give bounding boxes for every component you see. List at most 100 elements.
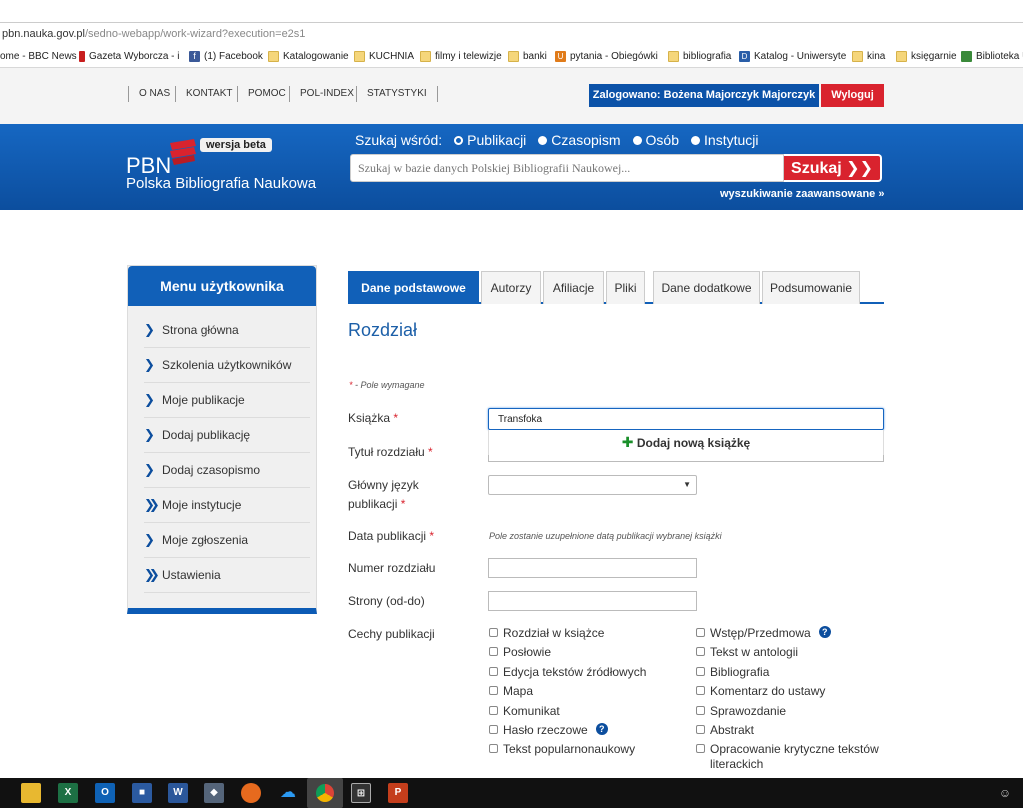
bookmark-bbc-news[interactable]: ome - BBC News xyxy=(0,51,77,62)
checkbox-sprawozdanie[interactable]: Sprawozdanie xyxy=(696,704,786,719)
checkbox-rozdzial-w-ksiazce[interactable]: Rozdział w książce xyxy=(489,626,604,641)
word-icon[interactable]: W xyxy=(168,783,188,803)
folder-icon xyxy=(508,51,519,62)
sidebar-item-moje-zgloszenia[interactable]: ❯ Moje zgłoszenia xyxy=(144,523,310,558)
radio-czasopism[interactable]: Czasopism xyxy=(538,132,621,148)
pages-label: Strony (od-do) xyxy=(348,594,425,608)
sidebar-item-dodaj-publikacje[interactable]: ❯ Dodaj publikację xyxy=(144,418,310,453)
tab-afiliacje[interactable]: Afiliacje xyxy=(543,271,604,304)
checkbox-mapa[interactable]: Mapa xyxy=(489,684,533,699)
nav-pol-index[interactable]: POL-INDEX xyxy=(289,86,354,102)
radio-osob[interactable]: Osób xyxy=(632,132,679,148)
address-bar[interactable]: pbn.nauka.gov.pl/sedno-webapp/work-wizar… xyxy=(0,22,1023,46)
pages-input[interactable] xyxy=(488,591,697,611)
tab-dane-podstawowe[interactable]: Dane podstawowe xyxy=(348,271,479,304)
checkbox-icon xyxy=(696,706,705,715)
checkbox-komunikat[interactable]: Komunikat xyxy=(489,704,560,719)
bookmark-biblioteka[interactable]: Biblioteka Ur xyxy=(961,51,1023,62)
language-label: Główny język publikacji * xyxy=(348,478,419,511)
checkbox-icon xyxy=(489,686,498,695)
radio-selected-icon xyxy=(454,135,464,145)
checkbox-komentarz-do-ustawy[interactable]: Komentarz do ustawy xyxy=(696,684,825,699)
checkbox-tekst-w-antologii[interactable]: Tekst w antologii xyxy=(696,645,798,660)
radio-publikacji[interactable]: Publikacji xyxy=(454,132,526,148)
nav-pomoc[interactable]: POMOC xyxy=(237,86,286,102)
tab-autorzy[interactable]: Autorzy xyxy=(481,271,541,304)
chevron-right-icon: ❯ xyxy=(144,462,155,477)
powerpoint-icon[interactable]: P xyxy=(388,783,408,803)
help-icon[interactable]: ? xyxy=(818,626,831,638)
language-select[interactable]: ▼ xyxy=(488,475,697,495)
checkbox-abstrakt[interactable]: Abstrakt xyxy=(696,723,754,738)
sidebar-item-moje-publikacje[interactable]: ❯ Moje publikacje xyxy=(144,383,310,418)
bookmark-banki[interactable]: banki xyxy=(508,51,547,62)
tab-pliki[interactable]: Pliki xyxy=(606,271,645,304)
bookmark-kina[interactable]: kina xyxy=(852,51,885,62)
checkbox-icon xyxy=(489,628,498,637)
radio-instytucji[interactable]: Instytucji xyxy=(691,132,758,148)
checkbox-icon xyxy=(696,686,705,695)
onedrive-icon[interactable]: ☁ xyxy=(278,783,298,803)
excel-icon[interactable]: X xyxy=(58,783,78,803)
search-box xyxy=(350,154,784,182)
checkbox-opracowanie-krytyczne[interactable]: Opracowanie krytyczne tekstów literackic… xyxy=(696,742,886,772)
checkbox-bibliografia[interactable]: Bibliografia xyxy=(696,665,769,680)
date-note: Pole zostanie uzupełnione datą publikacj… xyxy=(489,531,722,541)
chapter-number-input[interactable] xyxy=(488,558,697,578)
sidebar-item-ustawienia[interactable]: ❯❯ Ustawienia xyxy=(144,558,310,593)
bookmark-pytania[interactable]: Upytania - Obiegówki xyxy=(555,51,658,62)
bookmark-kuchnia[interactable]: KUCHNIA xyxy=(354,51,414,62)
page-title: Rozdział xyxy=(348,320,418,340)
features-label: Cechy publikacji xyxy=(348,627,435,641)
bookmark-filmy[interactable]: filmy i telewizje xyxy=(420,51,502,62)
advanced-search-link[interactable]: wyszukiwanie zaawansowane » xyxy=(720,188,884,200)
windows-taskbar: X O ■ W ◆ ☁ ⊞ P ☺ xyxy=(0,778,1023,808)
calculator-icon[interactable]: ⊞ xyxy=(351,783,371,803)
network-icon[interactable]: ◆ xyxy=(204,783,224,803)
nav-statystyki[interactable]: STATYSTYKI xyxy=(356,86,438,102)
checkbox-icon xyxy=(489,647,498,656)
folder-icon xyxy=(896,51,907,62)
bookmark-bibliografia[interactable]: bibliografia xyxy=(668,51,731,62)
sidebar-item-szkolenia[interactable]: ❯ Szkolenia użytkowników xyxy=(144,348,310,383)
chevron-right-icon: ❯ xyxy=(144,322,155,337)
bookmark-ksiegarnie[interactable]: księgarnie xyxy=(896,51,957,62)
tab-podsumowanie[interactable]: Podsumowanie xyxy=(762,271,860,304)
bookmarks-bar: ome - BBC News Gazeta Wyborcza - i f (1) … xyxy=(0,46,1023,68)
logout-button[interactable]: Wyloguj xyxy=(821,84,884,107)
checkbox-edycja-tekstow[interactable]: Edycja tekstów źródłowych xyxy=(489,665,646,680)
checkbox-icon xyxy=(489,706,498,715)
search-input[interactable] xyxy=(351,155,783,181)
bookmark-katalogowanie[interactable]: Katalogowanie xyxy=(268,51,349,62)
checkbox-haslo-rzeczowe[interactable]: Hasło rzeczowe? xyxy=(489,723,608,738)
chapter-title-input[interactable] xyxy=(488,455,884,462)
book-input[interactable] xyxy=(489,409,883,429)
sidebar-item-moje-instytucje[interactable]: ❯❯ Moje instytucje xyxy=(144,488,310,523)
book-field xyxy=(488,408,884,430)
tab-dane-dodatkowe[interactable]: Dane dodatkowe xyxy=(653,271,760,304)
save-icon[interactable]: ■ xyxy=(132,783,152,803)
d-icon: D xyxy=(739,51,750,62)
sidebar-item-dodaj-czasopismo[interactable]: ❯ Dodaj czasopismo xyxy=(144,453,310,488)
pbn-logo[interactable]: wersja beta PBN Polska Bibliografia Nauk… xyxy=(126,133,326,203)
nav-kontakt[interactable]: KONTAKT xyxy=(175,86,232,102)
logged-in-user[interactable]: Zalogowano: Bożena Majorczyk Majorczyk xyxy=(589,84,819,107)
people-icon[interactable]: ☺ xyxy=(995,783,1015,803)
checkbox-wstep-przedmowa[interactable]: Wstęp/Przedmowa? xyxy=(696,626,831,641)
file-explorer-icon[interactable] xyxy=(21,783,41,803)
sidebar-item-strona-glowna[interactable]: ❯ Strona główna xyxy=(144,313,310,348)
checkbox-icon xyxy=(696,628,705,637)
chrome-icon[interactable] xyxy=(307,778,343,808)
add-book-option[interactable]: ✚ Dodaj nową książkę xyxy=(488,430,884,456)
bookmark-gazeta-wyborcza[interactable]: Gazeta Wyborcza - i xyxy=(79,51,180,62)
nav-o-nas[interactable]: O NAS xyxy=(128,86,170,102)
checkbox-poslowie[interactable]: Posłowie xyxy=(489,645,551,660)
checkbox-tekst-popularnonaukowy[interactable]: Tekst popularnonaukowy xyxy=(489,742,635,757)
outlook-icon[interactable]: O xyxy=(95,783,115,803)
bookmark-katalog-uniwersytet[interactable]: D Katalog - Uniwersyte xyxy=(739,51,846,62)
firefox-icon[interactable] xyxy=(241,783,261,803)
search-button[interactable]: Szukaj ❯❯ xyxy=(784,154,882,182)
help-icon[interactable]: ? xyxy=(595,723,608,735)
bookmark-facebook[interactable]: f (1) Facebook xyxy=(189,51,263,62)
checkbox-icon xyxy=(489,744,498,753)
